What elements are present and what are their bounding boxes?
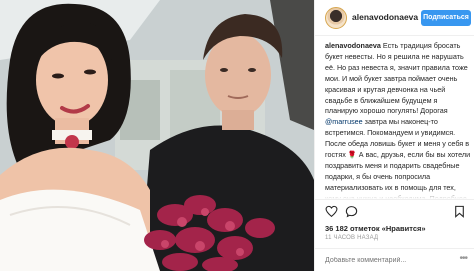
caption-fade	[325, 189, 471, 199]
username-link[interactable]: alenavodonaeva	[352, 12, 418, 22]
action-bar	[315, 199, 474, 221]
comment-bar: •••	[315, 248, 474, 271]
post-header: alenavodonaeva Подписаться	[315, 0, 474, 36]
mention-link[interactable]: @marrusee	[325, 117, 363, 126]
bookmark-icon[interactable]	[453, 205, 466, 218]
comment-icon[interactable]	[345, 205, 358, 218]
follow-button[interactable]: Подписаться	[421, 10, 471, 26]
likes-count[interactable]: 36 182 отметок «Нравится»	[325, 224, 426, 233]
post-timestamp[interactable]: 11 ЧАСОВ НАЗАД	[325, 235, 378, 241]
heart-icon[interactable]	[325, 205, 338, 218]
more-options-icon[interactable]: •••	[459, 253, 467, 264]
avatar[interactable]	[325, 7, 347, 29]
post-photo[interactable]	[0, 0, 314, 271]
post-caption: alenavodonaeva Есть традиция бросать бук…	[325, 41, 471, 199]
caption-text-start: Есть традиция бросать букет невесты. Но …	[325, 41, 468, 116]
comment-input[interactable]	[325, 254, 447, 266]
post-side-panel: alenavodonaeva Подписаться alenavodonaev…	[314, 0, 474, 271]
caption-text-end: завтра мы наконец-то встретимся. Покоман…	[325, 117, 471, 199]
caption-author-link[interactable]: alenavodonaeva	[325, 41, 381, 50]
wedding-photo-illustration	[0, 0, 314, 271]
